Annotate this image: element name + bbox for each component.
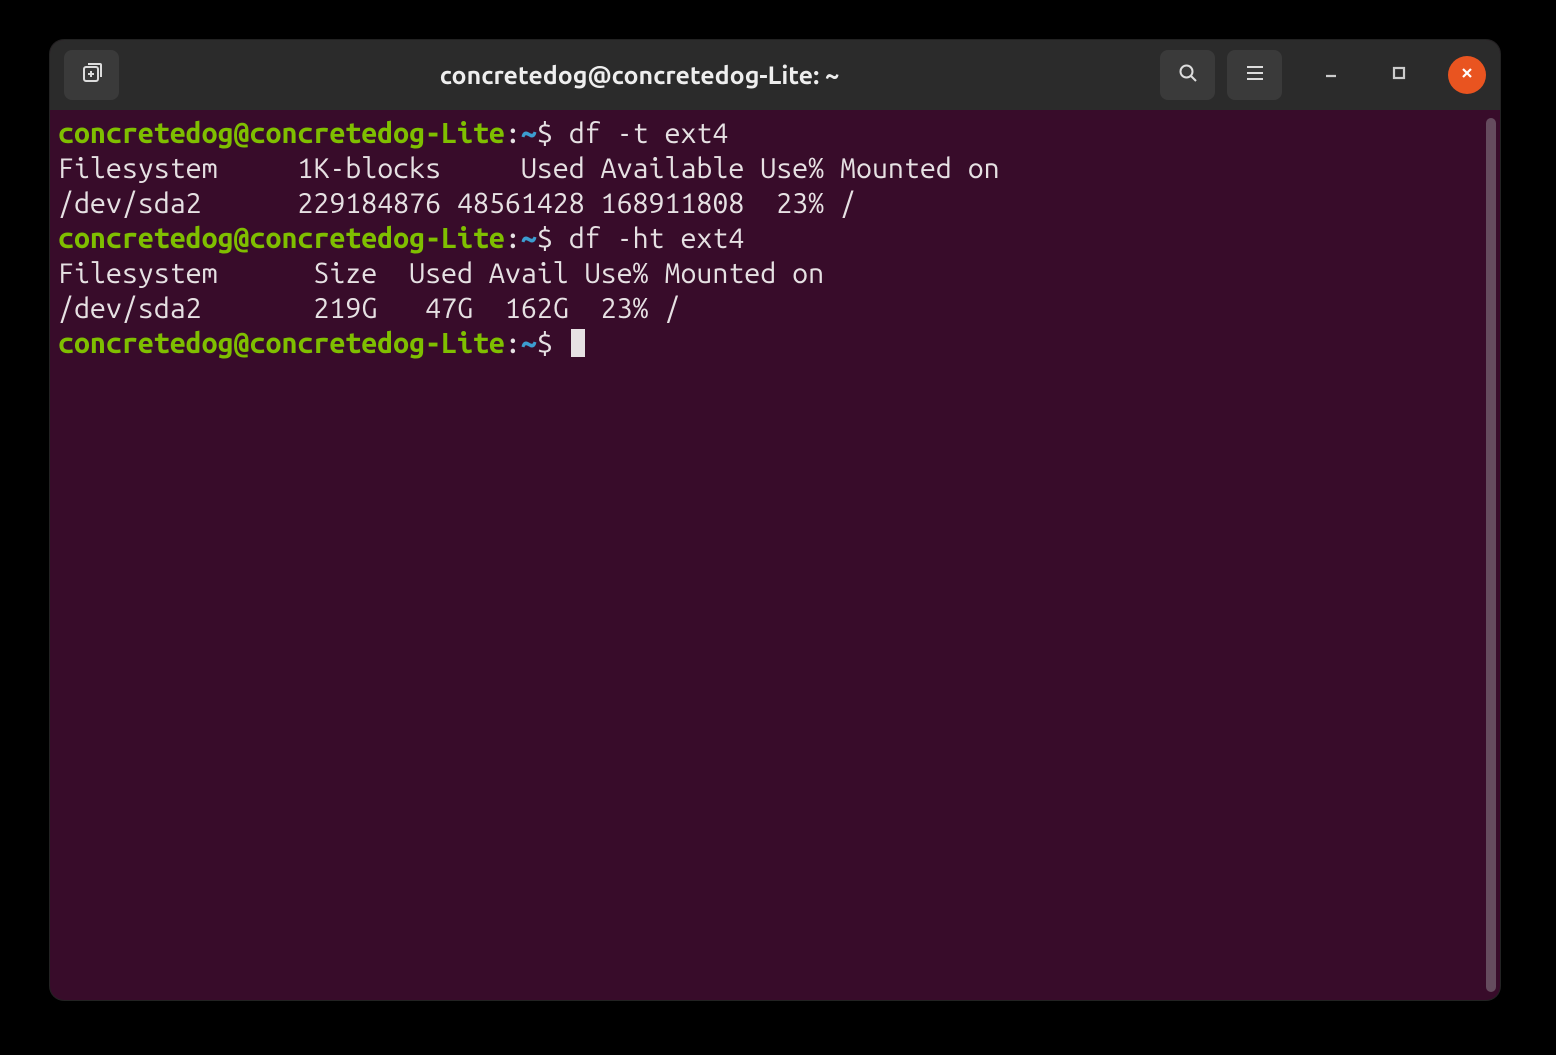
- close-button[interactable]: [1448, 56, 1486, 94]
- output-1-row: /dev/sda2 229184876 48561428 168911808 2…: [58, 187, 856, 219]
- command-1: df -t ext4: [553, 117, 729, 149]
- new-tab-icon: [80, 61, 104, 89]
- terminal-body[interactable]: concretedog@concretedog-Lite:~$ df -t ex…: [50, 110, 1484, 1000]
- scrollbar[interactable]: [1484, 118, 1498, 992]
- maximize-icon: [1391, 65, 1407, 85]
- output-2-row: /dev/sda2 219G 47G 162G 23% /: [58, 292, 680, 324]
- prompt-dollar: $: [537, 327, 553, 359]
- search-button[interactable]: [1160, 50, 1215, 100]
- minimize-button[interactable]: [1312, 56, 1350, 94]
- prompt-dollar: $: [537, 222, 553, 254]
- titlebar: concretedog@concretedog-Lite: ~: [50, 40, 1500, 110]
- command-2: df -ht ext4: [553, 222, 745, 254]
- maximize-button[interactable]: [1380, 56, 1418, 94]
- prompt-user: concretedog@concretedog-Lite: [58, 327, 505, 359]
- cursor: [571, 329, 585, 357]
- prompt-path: ~: [521, 222, 537, 254]
- prompt-path: ~: [521, 117, 537, 149]
- scrollbar-thumb[interactable]: [1486, 118, 1496, 992]
- prompt-dollar: $: [537, 117, 553, 149]
- terminal-body-wrap: concretedog@concretedog-Lite:~$ df -t ex…: [50, 110, 1500, 1000]
- search-icon: [1176, 61, 1200, 89]
- output-2-header: Filesystem Size Used Avail Use% Mounted …: [58, 257, 824, 289]
- window-title: concretedog@concretedog-Lite: ~: [131, 61, 1148, 89]
- prompt-path: ~: [521, 327, 537, 359]
- menu-button[interactable]: [1227, 50, 1282, 100]
- prompt-colon: :: [505, 222, 521, 254]
- close-icon: [1459, 65, 1475, 85]
- output-1-header: Filesystem 1K-blocks Used Available Use%…: [58, 152, 1000, 184]
- prompt-colon: :: [505, 117, 521, 149]
- new-tab-button[interactable]: [64, 50, 119, 100]
- prompt-user: concretedog@concretedog-Lite: [58, 117, 505, 149]
- prompt-user: concretedog@concretedog-Lite: [58, 222, 505, 254]
- command-3: [553, 327, 569, 359]
- prompt-colon: :: [505, 327, 521, 359]
- terminal-window: concretedog@concretedog-Lite: ~: [50, 40, 1500, 1000]
- hamburger-icon: [1243, 61, 1267, 89]
- minimize-icon: [1323, 65, 1339, 85]
